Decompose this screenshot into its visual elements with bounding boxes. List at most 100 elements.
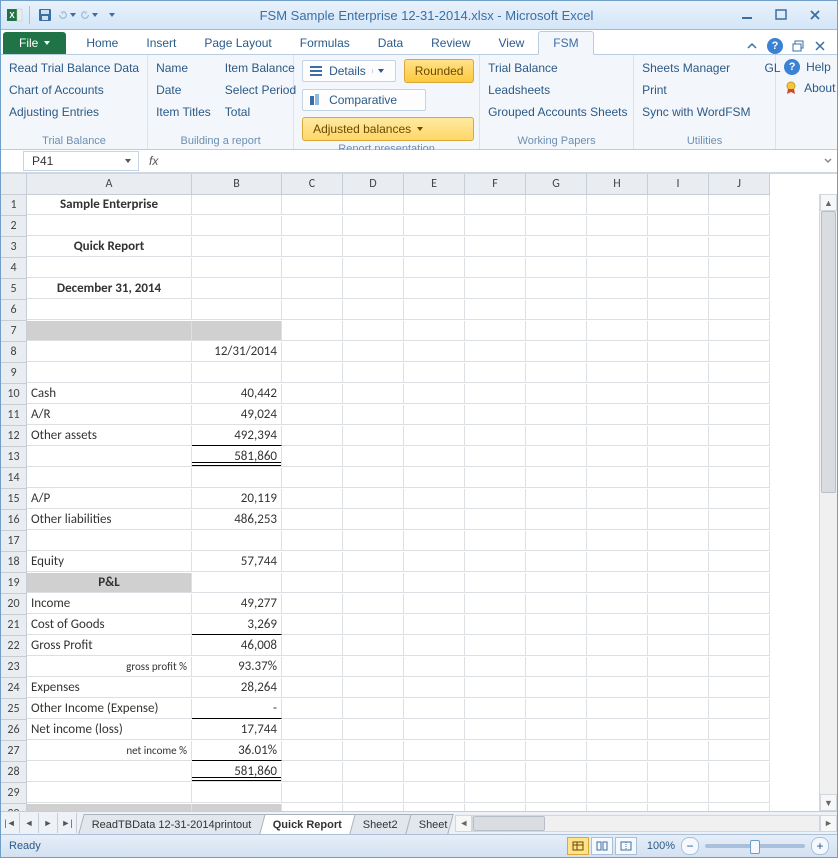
cell-A22[interactable]: Gross Profit [27,636,192,656]
tab-formulas[interactable]: Formulas [286,32,364,54]
cell-A23[interactable]: gross profit % [27,657,192,677]
row-header-25[interactable]: 25 [1,699,27,720]
scroll-up-button[interactable]: ▲ [820,194,837,211]
cell-G2[interactable] [526,216,587,236]
cell-C1[interactable] [282,195,343,215]
page-layout-view-button[interactable] [591,837,613,855]
cell-C10[interactable] [282,384,343,404]
cell-D18[interactable] [343,552,404,572]
cell-C12[interactable] [282,426,343,446]
cell-B9[interactable] [192,363,282,383]
sync-wordfsm-button[interactable]: Sync with WordFSM [642,103,750,121]
cell-F2[interactable] [465,216,526,236]
cell-C29[interactable] [282,783,343,803]
col-header-I[interactable]: I [648,174,709,195]
cell-F18[interactable] [465,552,526,572]
row-header-21[interactable]: 21 [1,615,27,636]
about-button[interactable]: About [784,81,835,95]
cell-G22[interactable] [526,636,587,656]
cell-D24[interactable] [343,678,404,698]
cell-E2[interactable] [404,216,465,236]
row-header-20[interactable]: 20 [1,594,27,615]
cell-B4[interactable] [192,258,282,278]
cell-A20[interactable]: Income [27,594,192,614]
cell-A25[interactable]: Other Income (Expense) [27,699,192,719]
cell-C5[interactable] [282,279,343,299]
cell-B2[interactable] [192,216,282,236]
name-box-dropdown-icon[interactable] [124,154,132,168]
cell-A24[interactable]: Expenses [27,678,192,698]
maximize-button[interactable] [767,6,795,24]
row-header-1[interactable]: 1 [1,195,27,216]
cell-I6[interactable] [648,300,709,320]
tab-page-layout[interactable]: Page Layout [190,32,285,54]
minimize-button[interactable] [733,6,761,24]
row-header-3[interactable]: 3 [1,237,27,258]
cell-E18[interactable] [404,552,465,572]
cell-J1[interactable] [709,195,770,215]
row-header-4[interactable]: 4 [1,258,27,279]
cell-D6[interactable] [343,300,404,320]
col-header-H[interactable]: H [587,174,648,195]
cell-H29[interactable] [587,783,648,803]
cell-C19[interactable] [282,573,343,593]
cell-F14[interactable] [465,468,526,488]
cell-F9[interactable] [465,363,526,383]
scroll-left-button[interactable]: ◄ [455,815,472,832]
cell-D10[interactable] [343,384,404,404]
cell-J5[interactable] [709,279,770,299]
cell-F15[interactable] [465,489,526,509]
name-button[interactable]: Name [156,59,211,77]
cell-G23[interactable] [526,657,587,677]
cell-B10[interactable]: 40,442 [192,384,282,404]
cell-G16[interactable] [526,510,587,530]
zoom-out-button[interactable]: − [681,837,699,855]
cell-F7[interactable] [465,321,526,341]
row-header-2[interactable]: 2 [1,216,27,237]
cell-D19[interactable] [343,573,404,593]
cell-J7[interactable] [709,321,770,341]
col-header-F[interactable]: F [465,174,526,195]
row-header-16[interactable]: 16 [1,510,27,531]
cell-D14[interactable] [343,468,404,488]
zoom-in-button[interactable]: + [811,837,829,855]
save-button[interactable] [36,6,54,24]
cell-F28[interactable] [465,762,526,782]
cell-G25[interactable] [526,699,587,719]
cell-E4[interactable] [404,258,465,278]
cell-B15[interactable]: 20,119 [192,489,282,509]
cell-I14[interactable] [648,468,709,488]
cell-C3[interactable] [282,237,343,257]
cell-A28[interactable] [27,762,192,782]
cell-E23[interactable] [404,657,465,677]
row-header-12[interactable]: 12 [1,426,27,447]
cell-E22[interactable] [404,636,465,656]
cell-D12[interactable] [343,426,404,446]
col-header-A[interactable]: A [27,174,192,195]
row-header-11[interactable]: 11 [1,405,27,426]
row-header-6[interactable]: 6 [1,300,27,321]
cell-J18[interactable] [709,552,770,572]
cell-G18[interactable] [526,552,587,572]
cell-I13[interactable] [648,447,709,467]
redo-button[interactable] [80,6,98,24]
cell-A4[interactable] [27,258,192,278]
row-header-5[interactable]: 5 [1,279,27,300]
row-header-27[interactable]: 27 [1,741,27,762]
cell-A10[interactable]: Cash [27,384,192,404]
cell-G21[interactable] [526,615,587,635]
vscroll-thumb[interactable] [821,211,836,493]
cell-I3[interactable] [648,237,709,257]
cell-E9[interactable] [404,363,465,383]
cell-G1[interactable] [526,195,587,215]
cell-C20[interactable] [282,594,343,614]
cell-F23[interactable] [465,657,526,677]
cell-H6[interactable] [587,300,648,320]
cell-B18[interactable]: 57,744 [192,552,282,572]
cell-G12[interactable] [526,426,587,446]
cell-E29[interactable] [404,783,465,803]
cell-H28[interactable] [587,762,648,782]
cell-B12[interactable]: 492,394 [192,426,282,446]
cell-J26[interactable] [709,720,770,740]
cell-H30[interactable] [587,804,648,811]
